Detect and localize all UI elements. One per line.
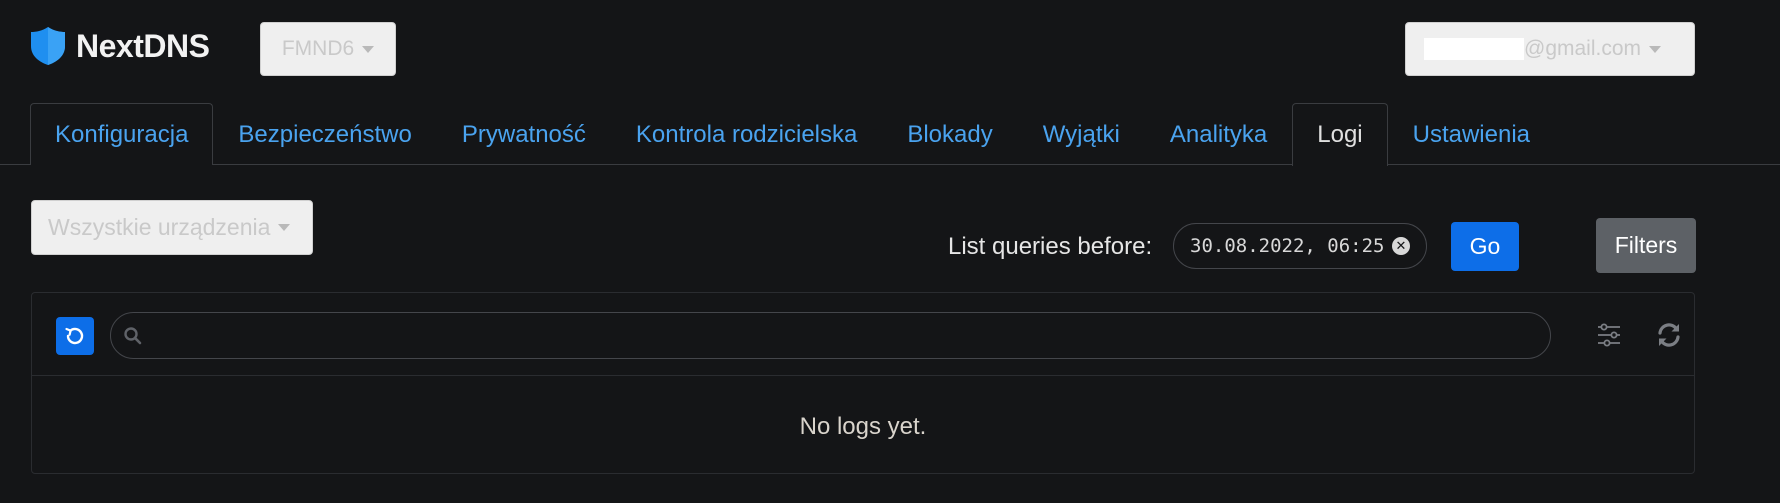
history-icon <box>65 327 84 345</box>
logs-panel: No logs yet. <box>31 292 1695 474</box>
tab-analityka[interactable]: Analityka <box>1145 103 1292 165</box>
date-time-input[interactable]: 30.08.2022, 06:25 ✕ <box>1173 223 1427 269</box>
profile-dropdown[interactable]: FMND6 <box>260 22 396 76</box>
tab-konfiguracja[interactable]: Konfiguracja <box>30 103 214 165</box>
caret-down-icon <box>278 224 291 231</box>
tab-wyjatki[interactable]: Wyjątki <box>1018 103 1145 165</box>
caret-down-icon <box>362 45 375 53</box>
sliders-icon <box>1598 323 1620 347</box>
tab-logi[interactable]: Logi <box>1292 103 1388 166</box>
account-dropdown[interactable]: @gmail.com <box>1405 22 1695 76</box>
tab-blokady[interactable]: Blokady <box>882 103 1017 165</box>
device-dropdown[interactable]: Wszystkie urządzenia <box>31 200 313 255</box>
empty-logs-message: No logs yet. <box>799 413 927 440</box>
tab-kontrola-rodzicielska[interactable]: Kontrola rodzicielska <box>611 103 882 165</box>
nav-tabs: Konfiguracja Bezpieczeństwo Prywatność K… <box>30 103 1695 166</box>
tab-bezpieczenstwo[interactable]: Bezpieczeństwo <box>213 103 436 165</box>
search-icon <box>124 326 142 344</box>
account-redacted <box>1424 38 1524 60</box>
tab-ustawienia[interactable]: Ustawienia <box>1388 103 1555 165</box>
device-label: Wszystkie urządzenia <box>48 214 271 240</box>
account-label: @gmail.com <box>1524 37 1642 60</box>
profile-label: FMND6 <box>281 37 355 60</box>
go-button[interactable]: Go <box>1451 222 1519 271</box>
refresh-button[interactable] <box>1652 318 1686 352</box>
page: NextDNS FMND6 @gmail.com Konfiguracja Be… <box>0 0 1780 503</box>
live-toggle-button[interactable] <box>56 317 94 355</box>
clear-icon[interactable]: ✕ <box>1392 237 1410 255</box>
refresh-icon <box>1658 323 1680 347</box>
tab-prywatnosc[interactable]: Prywatność <box>437 103 611 165</box>
logo[interactable]: NextDNS <box>30 26 210 66</box>
search-box[interactable] <box>110 312 1551 359</box>
caret-down-icon <box>1649 45 1662 53</box>
logs-panel-header <box>32 293 1694 376</box>
settings-button[interactable] <box>1592 318 1626 352</box>
search-input[interactable] <box>153 323 1537 348</box>
shield-icon <box>31 27 65 65</box>
date-value: 30.08.2022, 06:25 <box>1190 235 1385 257</box>
logo-text: NextDNS <box>76 27 210 64</box>
filters-button[interactable]: Filters <box>1596 218 1696 273</box>
before-label: List queries before: <box>948 233 1153 260</box>
